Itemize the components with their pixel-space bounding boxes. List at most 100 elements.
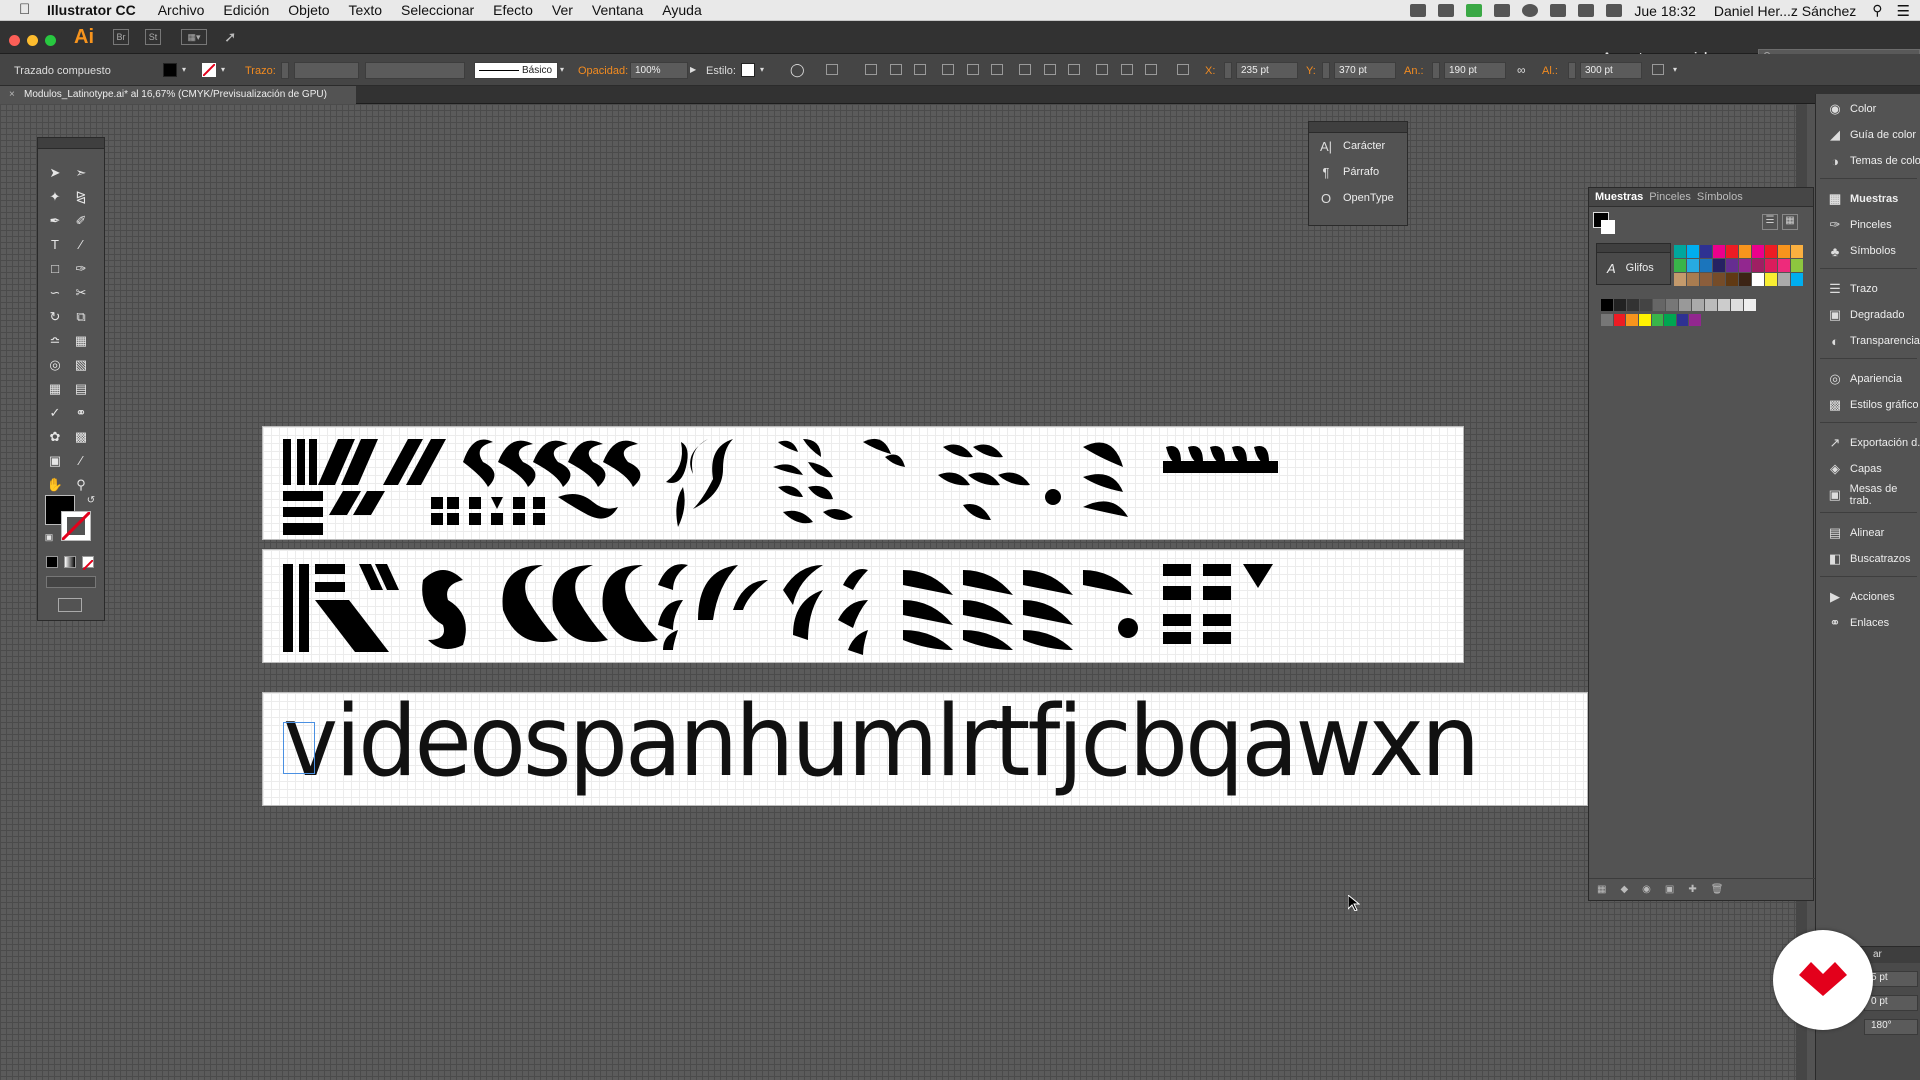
menu-ayuda[interactable]: Ayuda <box>662 2 701 18</box>
height-stepper[interactable] <box>1568 62 1576 79</box>
rotate-tool-icon[interactable]: ↻ <box>46 308 64 326</box>
minimize-window-icon[interactable] <box>27 35 38 46</box>
clock[interactable]: Jue 18:32 <box>1634 3 1696 19</box>
width-field[interactable]: 190 pt <box>1444 62 1506 79</box>
opentype-panel-button[interactable]: O OpenType <box>1309 185 1407 211</box>
line-tool-icon[interactable]: ∕ <box>72 236 90 254</box>
distribute-top-icon[interactable] <box>1019 64 1031 75</box>
app-menu[interactable]: Illustrator CC <box>47 2 136 18</box>
align-hcenter-icon[interactable] <box>890 64 902 75</box>
stroke-color-box[interactable] <box>60 510 92 542</box>
dock-item-gradient[interactable]: ▣ Degradado <box>1816 302 1920 328</box>
character-panel-button[interactable]: A| Carácter <box>1309 133 1407 159</box>
dock-item-brushes[interactable]: ✑ Pinceles <box>1816 212 1920 238</box>
column-graph-tool-icon[interactable]: ▩ <box>72 428 90 446</box>
dock-item-graphic-styles[interactable]: ▩ Estilos gráfico <box>1816 392 1920 418</box>
lasso-tool-icon[interactable]: ⧎ <box>72 188 90 206</box>
fill-dropdown-icon[interactable]: ▾ <box>182 65 186 74</box>
dock-item-pathfinder[interactable]: ◧ Buscatrazos <box>1816 546 1920 572</box>
paragraph-panel-button[interactable]: ¶ Párrafo <box>1309 159 1407 185</box>
spotlight-icon[interactable]: ⚲ <box>1872 2 1882 19</box>
menu-archivo[interactable]: Archivo <box>158 2 205 18</box>
bridge-button[interactable]: Br <box>113 29 129 45</box>
graphic-style-swatch[interactable] <box>741 63 755 77</box>
swatch-options-icon[interactable]: ◉ <box>1642 884 1651 895</box>
stroke-swatch[interactable] <box>202 63 216 77</box>
pen-tool-icon[interactable]: ✒ <box>46 212 64 230</box>
arrange-documents-button[interactable]: ▦▾ <box>181 29 207 45</box>
dock-item-transparency[interactable]: ◐ Transparencia <box>1816 328 1920 354</box>
eyedropper-tool-icon[interactable]: ✓ <box>46 404 64 422</box>
align-right-icon[interactable] <box>914 64 926 75</box>
dock-item-symbols[interactable]: ♣ Símbolos <box>1816 238 1920 264</box>
swap-fill-stroke-icon[interactable]: ↺ <box>82 492 100 510</box>
brush-definition[interactable]: Básico <box>474 62 558 79</box>
tools-panel-header[interactable] <box>38 138 104 149</box>
dock-item-swatches[interactable]: ▦ Muestras <box>1816 186 1920 212</box>
align-top-icon[interactable] <box>942 64 954 75</box>
dock-item-appearance[interactable]: ◎ Apariencia <box>1816 366 1920 392</box>
perspective-grid-tool-icon[interactable]: ▧ <box>72 356 90 374</box>
paintbrush-tool-icon[interactable]: ✑ <box>72 260 90 278</box>
y-field[interactable]: 370 pt <box>1334 62 1396 79</box>
slice-tool-icon[interactable]: ∕ <box>72 452 90 470</box>
style-dropdown-icon[interactable]: ▾ <box>760 65 764 74</box>
swatch-grid[interactable] <box>1674 245 1803 287</box>
menu-texto[interactable]: Texto <box>349 2 382 18</box>
menu-edicion[interactable]: Edición <box>223 2 269 18</box>
bright-swatches[interactable] <box>1601 314 1701 326</box>
dock-item-color-guide[interactable]: ◢ Guía de color <box>1816 122 1920 148</box>
distribute-left-icon[interactable] <box>1096 64 1108 75</box>
stroke-dropdown-icon[interactable]: ▾ <box>221 65 225 74</box>
maximize-window-icon[interactable] <box>45 35 56 46</box>
delete-swatch-icon[interactable]: 🗑 <box>1711 884 1724 895</box>
direct-selection-tool-icon[interactable]: ➣ <box>72 164 90 182</box>
dock-item-stroke[interactable]: ☰ Trazo <box>1816 276 1920 302</box>
artboard-modules-2[interactable] <box>262 549 1464 663</box>
align-to-icon[interactable] <box>826 64 838 75</box>
hand-tool-icon[interactable]: ✋ <box>46 476 64 494</box>
menu-objeto[interactable]: Objeto <box>288 2 329 18</box>
selection-box[interactable] <box>283 722 315 774</box>
distribute-hcenter-icon[interactable] <box>1121 64 1133 75</box>
list-view-icon[interactable]: ☰ <box>1762 214 1778 230</box>
grayscale-swatches[interactable] <box>1601 299 1759 311</box>
width-stepper[interactable] <box>1432 62 1440 79</box>
cloud-icon[interactable] <box>1494 4 1511 17</box>
wifi-icon[interactable] <box>1578 4 1595 17</box>
gradient-mode-icon[interactable] <box>64 556 76 568</box>
menu-seleccionar[interactable]: Seleccionar <box>401 2 474 18</box>
tab-muestras[interactable]: Muestras <box>1595 191 1643 203</box>
constrain-proportions-icon[interactable]: ∞ <box>1517 63 1526 77</box>
record-icon[interactable] <box>1522 4 1539 17</box>
fill-swatch[interactable] <box>163 63 177 77</box>
curvature-tool-icon[interactable]: ✐ <box>72 212 90 230</box>
recolor-artwork-icon[interactable]: ◯ <box>790 62 805 78</box>
blend-tool-icon[interactable]: ⚭ <box>72 404 90 422</box>
bluetooth-icon[interactable] <box>1550 4 1567 17</box>
shaper-tool-icon[interactable]: ∽ <box>46 284 64 302</box>
artboard-specimen[interactable]: videospanhumlrtfjcbqawxn <box>262 685 1588 806</box>
screen-mode-icon[interactable] <box>58 598 82 612</box>
stroke-weight-stepper[interactable] <box>281 62 289 79</box>
gpu-performance-icon[interactable]: ➚ <box>224 28 237 46</box>
notification-center-icon[interactable]: ☰ <box>1897 2 1910 20</box>
transform-panel-icon[interactable] <box>1652 64 1664 75</box>
distribute-bottom-icon[interactable] <box>1068 64 1080 75</box>
dock-item-color[interactable]: ◉ Color <box>1816 96 1920 122</box>
glyphs-panel-button[interactable]: A Glifos <box>1597 253 1670 283</box>
new-color-group-icon[interactable]: ▣ <box>1665 884 1674 895</box>
height-field[interactable]: 300 pt <box>1580 62 1642 79</box>
transform-reference-icon[interactable] <box>1177 64 1189 75</box>
dock-item-layers[interactable]: ◈ Capas <box>1816 456 1920 482</box>
dock-item-align[interactable]: ▤ Alinear <box>1816 520 1920 546</box>
character-panel-header[interactable] <box>1309 122 1407 133</box>
rectangle-tool-icon[interactable]: □ <box>46 260 64 278</box>
draw-mode-icon[interactable] <box>46 576 96 588</box>
specimen-text[interactable]: videospanhumlrtfjcbqawxn <box>283 685 1480 799</box>
dock-item-actions[interactable]: ▶ Acciones <box>1816 584 1920 610</box>
selection-tool-icon[interactable]: ➤ <box>46 164 64 182</box>
panel-stroke-swatch[interactable] <box>1601 220 1615 234</box>
x-stepper[interactable] <box>1224 62 1232 79</box>
dock-item-color-themes[interactable]: ◑ Temas de colo <box>1816 148 1920 174</box>
